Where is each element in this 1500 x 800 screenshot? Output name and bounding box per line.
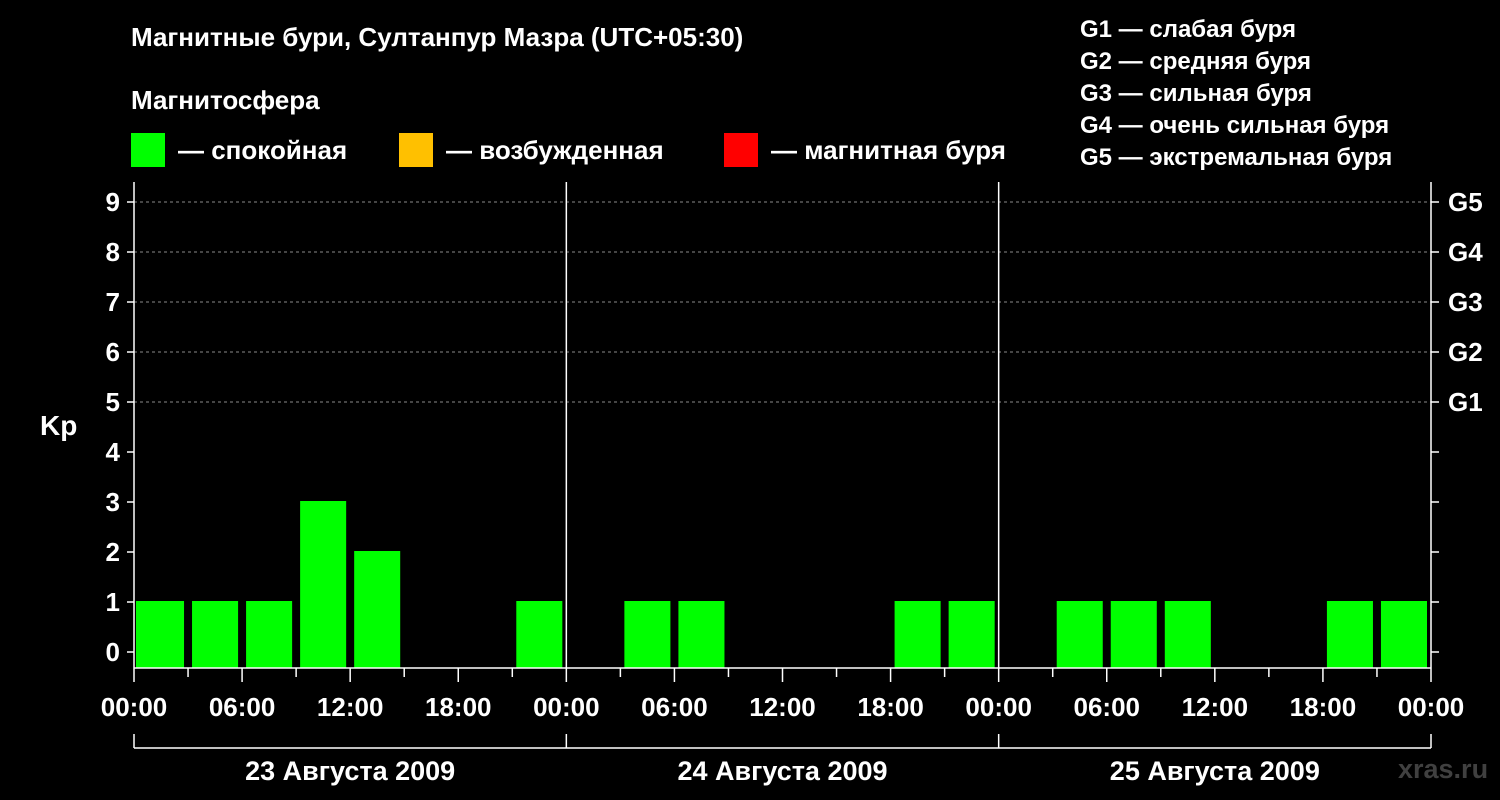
bar-kp xyxy=(678,601,725,668)
bar-kp xyxy=(136,601,185,668)
bar-kp xyxy=(354,551,401,668)
bar-kp xyxy=(1056,601,1103,668)
bar-kp xyxy=(246,601,293,668)
y-tick-label: 2 xyxy=(106,537,120,567)
y-tick-label: 7 xyxy=(106,287,120,317)
x-tick-label: 12:00 xyxy=(317,692,384,722)
x-tick-label: 00:00 xyxy=(533,692,600,722)
x-tick-label: 18:00 xyxy=(857,692,924,722)
bar-kp xyxy=(624,601,671,668)
x-tick-label: 12:00 xyxy=(749,692,816,722)
x-tick-label: 00:00 xyxy=(965,692,1032,722)
x-tick-label: 18:00 xyxy=(425,692,492,722)
g-level-label: G1 xyxy=(1448,387,1483,417)
y-tick-label: 3 xyxy=(106,487,120,517)
y-tick-label: 6 xyxy=(106,337,120,367)
g-level-label: G2 xyxy=(1448,337,1483,367)
kp-chart: 0 1 2 3 4 5 6 7 8 9 G1 G2 G3 G4 G5 00:00 06:00 12:00 18:00… xyxy=(101,182,1483,786)
x-tick-label: 00:00 xyxy=(1398,692,1465,722)
day-label: 23 Августа 2009 xyxy=(245,756,455,786)
y-tick-label: 4 xyxy=(106,437,121,467)
bar-kp xyxy=(894,601,941,668)
y-tick-label: 5 xyxy=(106,387,120,417)
x-tick-label: 06:00 xyxy=(1074,692,1141,722)
y-tick-label: 8 xyxy=(106,237,120,267)
g-level-label: G5 xyxy=(1448,187,1483,217)
bar-kp xyxy=(948,601,995,668)
watermark: xras.ru xyxy=(1398,754,1489,784)
x-tick-label: 12:00 xyxy=(1182,692,1249,722)
bar-kp xyxy=(1164,601,1211,668)
x-tick-label: 00:00 xyxy=(101,692,168,722)
g-level-label: G3 xyxy=(1448,287,1483,317)
y-tick-label: 9 xyxy=(106,187,120,217)
bar-kp xyxy=(516,601,563,668)
bar-kp xyxy=(1110,601,1157,668)
bar-kp xyxy=(1380,601,1427,668)
x-tick-label: 18:00 xyxy=(1290,692,1357,722)
day-label: 24 Августа 2009 xyxy=(677,756,887,786)
bar-kp xyxy=(192,601,239,668)
y-tick-label: 0 xyxy=(106,637,120,667)
x-tick-label: 06:00 xyxy=(209,692,276,722)
y-tick-label: 1 xyxy=(106,587,120,617)
x-tick-label: 06:00 xyxy=(641,692,708,722)
bar-kp xyxy=(300,501,347,668)
g-level-label: G4 xyxy=(1448,237,1483,267)
day-label: 25 Августа 2009 xyxy=(1110,756,1320,786)
bar-kp xyxy=(1326,601,1373,668)
